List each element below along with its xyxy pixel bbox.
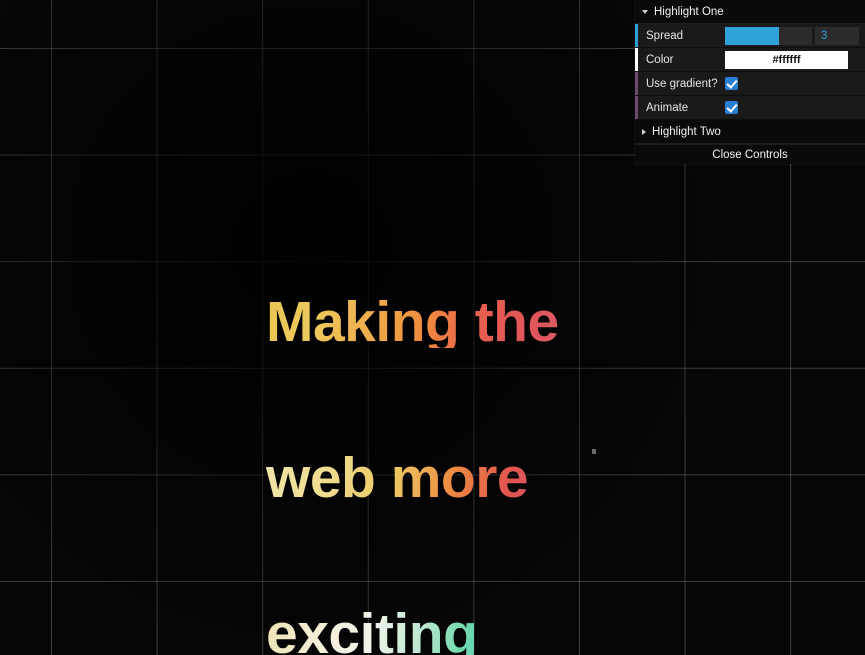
control-label-use-gradient: Use gradient?: [646, 77, 718, 90]
headline-text: Making the web more exciting one pixel a…: [266, 192, 586, 655]
control-field-color[interactable]: #ffffff: [725, 48, 865, 71]
animate-checkbox[interactable]: [725, 101, 738, 114]
control-field-use-gradient[interactable]: [725, 72, 865, 95]
headline-line-3: exciting one: [266, 606, 586, 655]
spread-slider-fill: [725, 26, 779, 45]
folder-highlight-one-label: Highlight One: [654, 5, 724, 18]
headline-line-2: web more: [266, 450, 586, 507]
use-gradient-checkbox[interactable]: [725, 77, 738, 90]
triangle-right-icon: [642, 128, 646, 135]
control-label-color: Color: [646, 53, 674, 66]
spread-value-input[interactable]: 3: [815, 26, 859, 45]
close-controls-button[interactable]: Close Controls: [635, 144, 865, 164]
folder-highlight-two-label: Highlight Two: [652, 125, 721, 138]
control-field-spread[interactable]: 3: [725, 24, 865, 47]
control-row-animate[interactable]: Animate: [635, 96, 865, 120]
spread-slider[interactable]: [725, 26, 812, 45]
control-row-use-gradient[interactable]: Use gradient?: [635, 72, 865, 96]
control-field-animate[interactable]: [725, 96, 865, 119]
control-label-spread: Spread: [646, 29, 684, 42]
controls-panel[interactable]: Highlight One Spread 3 Color #ffffff Use…: [635, 0, 865, 164]
control-row-color[interactable]: Color #ffffff: [635, 48, 865, 72]
folder-highlight-two[interactable]: Highlight Two: [635, 120, 865, 144]
folder-highlight-one[interactable]: Highlight One: [635, 0, 865, 24]
color-swatch-input[interactable]: #ffffff: [725, 50, 848, 69]
app-canvas: Making the web more exciting one pixel a…: [0, 0, 865, 655]
control-label-animate: Animate: [646, 101, 689, 114]
triangle-down-icon: [642, 9, 648, 14]
control-row-spread[interactable]: Spread 3: [635, 24, 865, 48]
cursor-artifact: [592, 449, 596, 454]
headline-line-1: Making the: [266, 294, 586, 351]
